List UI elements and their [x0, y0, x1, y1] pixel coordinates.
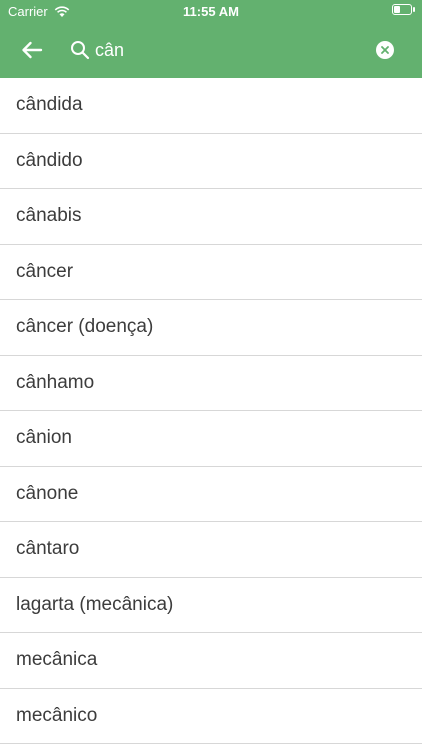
- result-item[interactable]: lagarta (mecânica): [0, 578, 422, 633]
- result-item[interactable]: cânone: [0, 467, 422, 522]
- battery-level: [394, 6, 400, 13]
- search-toolbar: [0, 22, 422, 78]
- result-item[interactable]: cânion: [0, 411, 422, 467]
- status-bar: Carrier 11:55 AM: [0, 0, 422, 22]
- result-label: câncer: [16, 260, 74, 282]
- search-input[interactable]: [95, 38, 355, 62]
- result-label: cândido: [16, 149, 83, 171]
- result-item[interactable]: mecânico: [0, 689, 422, 744]
- result-label: cânhamo: [16, 371, 95, 393]
- status-time: 11:55 AM: [183, 4, 239, 19]
- result-item[interactable]: cândido: [0, 134, 422, 189]
- result-label: cântaro: [16, 538, 80, 560]
- result-label: cânone: [16, 482, 79, 504]
- result-label: mecânico: [16, 704, 98, 726]
- app-header: Carrier 11:55 AM: [0, 0, 422, 78]
- result-label: cânabis: [16, 205, 82, 227]
- clear-search-button[interactable]: [376, 41, 394, 59]
- result-item[interactable]: cânabis: [0, 189, 422, 245]
- search-results-list: cândida cândido cânabis câncer câncer (d…: [0, 78, 422, 744]
- result-label: lagarta (mecânica): [16, 593, 174, 615]
- back-button[interactable]: [16, 34, 48, 66]
- result-label: mecânica: [16, 649, 98, 671]
- result-item[interactable]: câncer (doença): [0, 300, 422, 356]
- result-item[interactable]: cânhamo: [0, 356, 422, 411]
- search-icon: [71, 41, 90, 60]
- result-item[interactable]: câncer: [0, 245, 422, 300]
- result-label: câncer (doença): [16, 316, 154, 338]
- arrow-left-icon: [22, 41, 43, 59]
- result-label: cânion: [16, 427, 72, 449]
- battery-icon: [392, 4, 415, 15]
- result-item[interactable]: cântaro: [0, 522, 422, 578]
- result-item[interactable]: cândida: [0, 78, 422, 134]
- result-label: cândida: [16, 94, 83, 116]
- result-item[interactable]: mecânica: [0, 633, 422, 689]
- clear-icon: [381, 46, 389, 54]
